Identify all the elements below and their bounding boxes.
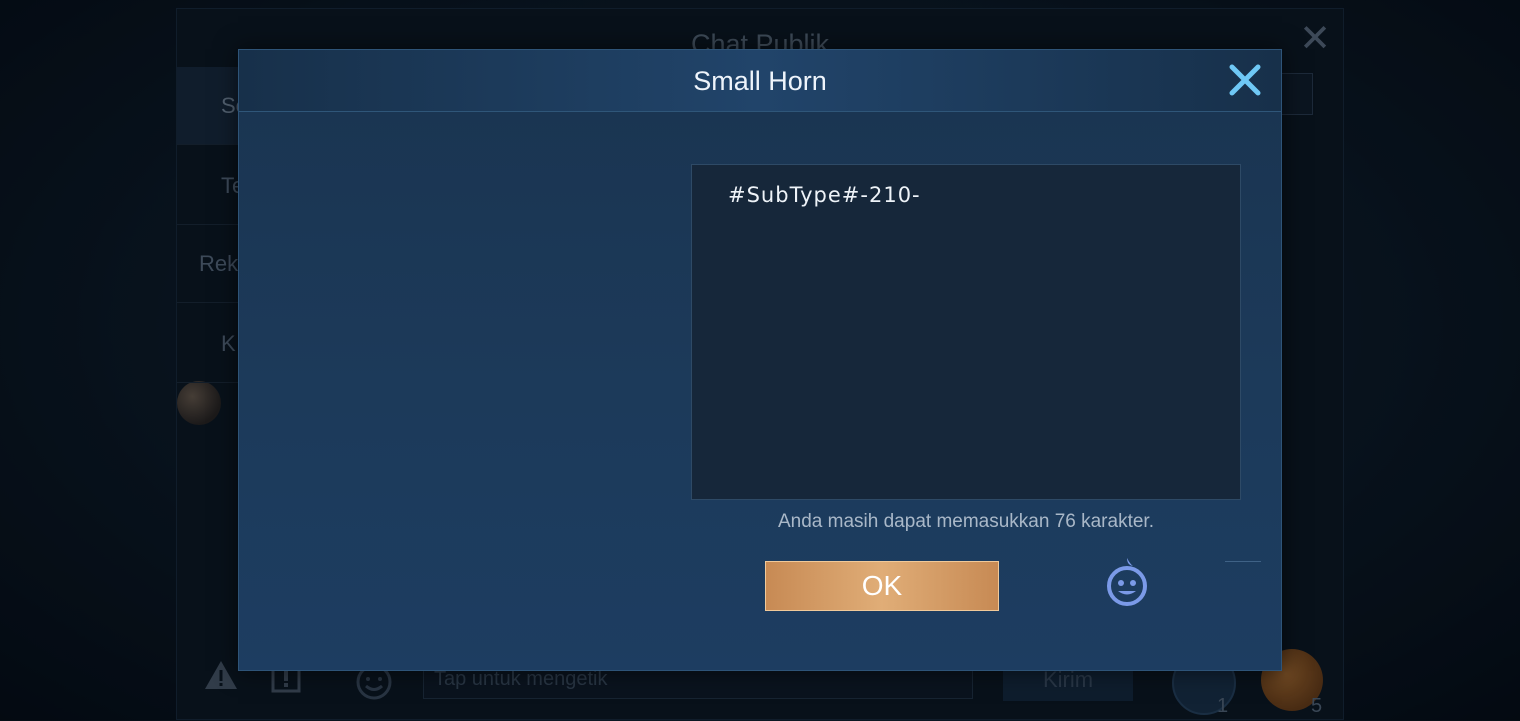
dialog-header: Small Horn — [239, 50, 1281, 112]
close-icon[interactable] — [1223, 58, 1267, 102]
character-count-hint: Anda masih dapat memasukkan 76 karakter. — [778, 511, 1154, 532]
ok-button[interactable]: OK — [765, 561, 999, 611]
message-text: #SubType#-210- — [728, 183, 921, 207]
dialog-title: Small Horn — [693, 66, 827, 96]
divider — [1225, 561, 1261, 562]
message-textarea[interactable]: #SubType#-210- — [691, 164, 1241, 500]
emoji-icon[interactable] — [1103, 556, 1151, 608]
small-horn-dialog: Small Horn #SubType#-210- Anda masih dap… — [238, 49, 1282, 671]
